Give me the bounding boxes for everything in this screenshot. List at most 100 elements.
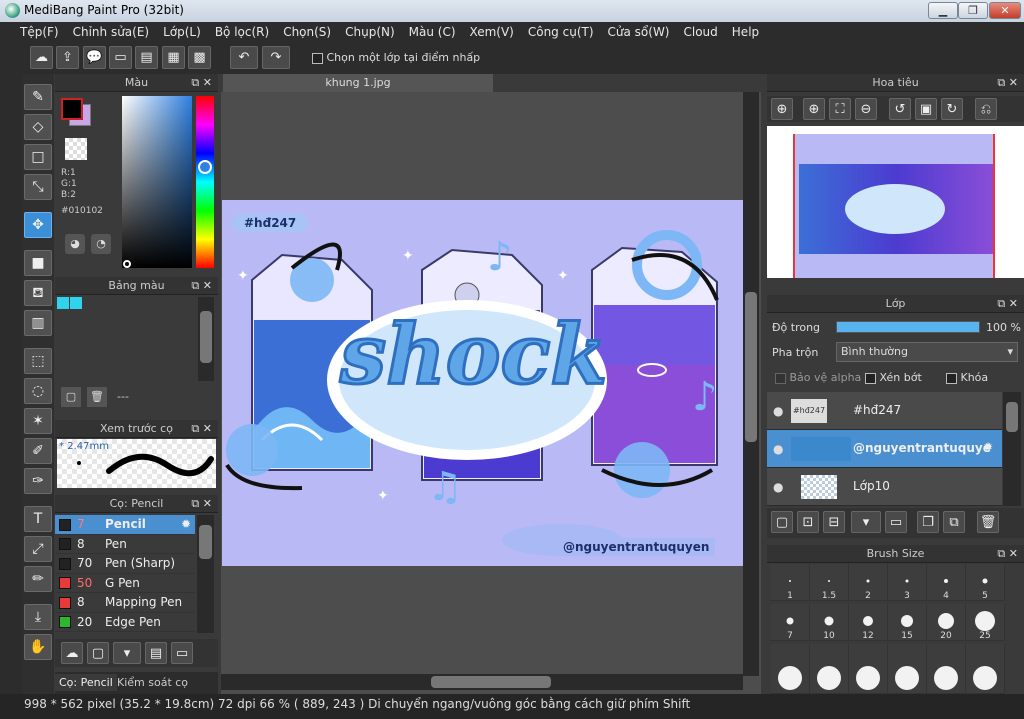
blend-mode-select[interactable]: Bình thường ▾ bbox=[836, 342, 1018, 362]
brush-size-option[interactable]: 4 bbox=[927, 564, 966, 601]
select-rect-icon[interactable]: ⬚ bbox=[24, 348, 52, 374]
color-wheel-icon[interactable]: ◕ bbox=[65, 234, 85, 254]
brush-list-scrollbar[interactable] bbox=[197, 515, 214, 633]
layer-row[interactable]: ● Lớp10 bbox=[767, 468, 1002, 506]
flip-icon[interactable]: ▣ bbox=[915, 98, 937, 120]
menu-cloud[interactable]: Cloud bbox=[677, 22, 725, 39]
menu-capture[interactable]: Chụp(N) bbox=[338, 22, 402, 39]
brush-item-pen-sharp[interactable]: 70 Pen (Sharp) bbox=[55, 554, 195, 574]
text-tool-icon[interactable]: T bbox=[24, 506, 52, 532]
brush-size-option[interactable]: 1.5 bbox=[810, 564, 849, 601]
palette-scrollbar[interactable] bbox=[198, 297, 214, 381]
layer-row[interactable]: ● #hđ247 #hđ247 bbox=[767, 392, 1002, 430]
fill-rect-tool-icon[interactable]: ■ bbox=[24, 250, 52, 276]
brush-item-mapping-pen[interactable]: 8 Mapping Pen bbox=[55, 593, 195, 613]
select-pen-icon[interactable]: ✐ bbox=[24, 438, 52, 464]
brush-properties-icon[interactable]: ▤ bbox=[145, 642, 167, 664]
settings-gear-icon[interactable]: ✹ bbox=[983, 440, 993, 454]
gradient-tool-icon[interactable]: ▥ bbox=[24, 310, 52, 336]
lock-option[interactable]: Khóa bbox=[946, 371, 988, 384]
panel-close-icon[interactable]: ⧉ ✕ bbox=[997, 295, 1018, 313]
minimize-button[interactable]: ▁ bbox=[928, 2, 958, 19]
artwork-canvas[interactable]: ♪ ♫ ♪ ✦ ✦ ✦ ✦ #hđ247 shock @nguyentrantu… bbox=[222, 200, 743, 566]
folder-icon[interactable]: ▭ bbox=[171, 642, 193, 664]
divide-tool-icon[interactable]: ⤢ bbox=[24, 536, 52, 562]
brush-item-edge-pen[interactable]: 20 Edge Pen bbox=[55, 613, 195, 632]
brush-tool-icon[interactable]: ✎ bbox=[24, 84, 52, 110]
navigator-preview[interactable] bbox=[767, 126, 1024, 278]
hue-slider[interactable] bbox=[196, 96, 214, 268]
eraser-tool-icon[interactable]: ◇ bbox=[24, 114, 52, 140]
new-halftone-layer-icon[interactable]: ⊡ bbox=[797, 511, 819, 533]
menu-window[interactable]: Cửa sổ(W) bbox=[601, 22, 677, 39]
speech-icon[interactable]: ▭ bbox=[109, 46, 132, 69]
page-icon[interactable]: ▤ bbox=[135, 46, 158, 69]
eyedropper-icon[interactable]: ⤓ bbox=[24, 604, 52, 630]
foreground-color-swatch[interactable] bbox=[61, 98, 83, 120]
brush-size-option[interactable]: 5 bbox=[966, 564, 1005, 601]
cloud-brush-icon[interactable]: ☁ bbox=[61, 642, 83, 664]
trash-icon[interactable]: 🗑 bbox=[87, 387, 107, 407]
add-brush-menu-icon[interactable]: ▾ bbox=[113, 642, 141, 664]
layer-folder-icon[interactable]: ▭ bbox=[885, 511, 907, 533]
bucket-tool-icon[interactable]: ⛾ bbox=[24, 280, 52, 306]
brush-size-option[interactable] bbox=[966, 644, 1005, 694]
redo-icon[interactable]: ↷ bbox=[262, 46, 290, 69]
document-tab[interactable]: khung 1.jpg bbox=[223, 74, 493, 92]
hand-tool-icon[interactable]: ✋ bbox=[24, 634, 52, 660]
new-1bit-layer-icon[interactable]: ⊟ bbox=[823, 511, 845, 533]
magic-wand-icon[interactable]: ✶ bbox=[24, 408, 52, 434]
layer-list-scrollbar[interactable] bbox=[1003, 392, 1021, 506]
menu-tools[interactable]: Công cụ(T) bbox=[521, 22, 601, 39]
page-list-icon[interactable]: ▦ bbox=[162, 46, 185, 69]
zoom-in-alt-icon[interactable]: ⊕ bbox=[803, 98, 825, 120]
duplicate-layer-icon[interactable]: ❐ bbox=[917, 511, 939, 533]
brush-size-option[interactable]: 25 bbox=[966, 604, 1005, 641]
merge-layer-icon[interactable]: ⧉ bbox=[943, 511, 965, 533]
new-layer-icon[interactable]: ▢ bbox=[771, 511, 793, 533]
brush-size-option[interactable]: 3 bbox=[888, 564, 927, 601]
saturation-value-picker[interactable] bbox=[122, 96, 192, 268]
menu-edit[interactable]: Chỉnh sửa(E) bbox=[66, 22, 157, 39]
menu-filter[interactable]: Bộ lọc(R) bbox=[208, 22, 276, 39]
material-icon[interactable]: ▩ bbox=[188, 46, 211, 69]
transparent-color-swatch[interactable] bbox=[65, 138, 87, 160]
protect-alpha-option[interactable]: Bảo vệ alpha bbox=[775, 371, 861, 384]
lasso-tool-icon[interactable]: ◌ bbox=[24, 378, 52, 404]
cloud-icon[interactable]: ☁ bbox=[30, 46, 53, 69]
menu-help[interactable]: Help bbox=[725, 22, 766, 39]
comment-icon[interactable]: 💬 bbox=[83, 46, 106, 69]
add-layer-menu-icon[interactable]: ▾ bbox=[851, 511, 881, 533]
brush-size-option[interactable]: 7 bbox=[771, 604, 810, 641]
trash-icon[interactable]: 🗑 bbox=[977, 511, 999, 533]
panel-close-icon[interactable]: ⧉ ✕ bbox=[191, 74, 212, 92]
protect-alpha-checkbox[interactable] bbox=[775, 372, 786, 384]
menu-select[interactable]: Chọn(S) bbox=[276, 22, 338, 39]
fit-screen-icon[interactable]: ⛶ bbox=[829, 98, 851, 120]
panel-close-icon[interactable]: ⧉ ✕ bbox=[191, 420, 212, 438]
share-icon[interactable]: ⇪ bbox=[56, 46, 79, 69]
palette-swatch[interactable] bbox=[70, 297, 82, 309]
pen-tool-icon[interactable]: ✏ bbox=[24, 566, 52, 592]
zoom-in-icon[interactable]: ⊕ bbox=[771, 98, 793, 120]
canvas-v-scrollbar[interactable] bbox=[743, 92, 759, 676]
tab-brush-control[interactable]: Kiểm soát cọ bbox=[113, 674, 192, 691]
brush-size-option[interactable]: 15 bbox=[888, 604, 927, 641]
undo-icon[interactable]: ↶ bbox=[230, 46, 258, 69]
eye-icon[interactable]: ● bbox=[773, 480, 783, 494]
clipping-checkbox[interactable] bbox=[865, 372, 876, 384]
color-settings-icon[interactable]: ◔ bbox=[91, 234, 111, 254]
lock-checkbox[interactable] bbox=[946, 372, 957, 384]
new-palette-icon[interactable]: ▢ bbox=[61, 387, 81, 407]
rotate-right-icon[interactable]: ↻ bbox=[941, 98, 963, 120]
move-tool-icon[interactable]: ✥ bbox=[24, 212, 52, 238]
menu-layer[interactable]: Lớp(L) bbox=[156, 22, 208, 39]
palette-swatch[interactable] bbox=[57, 297, 69, 309]
eye-icon[interactable]: ● bbox=[773, 404, 783, 418]
opacity-slider[interactable] bbox=[836, 321, 980, 333]
brush-size-option[interactable] bbox=[927, 644, 966, 694]
zoom-out-icon[interactable]: ⊖ bbox=[855, 98, 877, 120]
brush-item-pen[interactable]: 8 Pen bbox=[55, 535, 195, 554]
panel-close-icon[interactable]: ⧉ ✕ bbox=[191, 277, 212, 295]
dot-tool-icon[interactable]: □ bbox=[24, 144, 52, 170]
